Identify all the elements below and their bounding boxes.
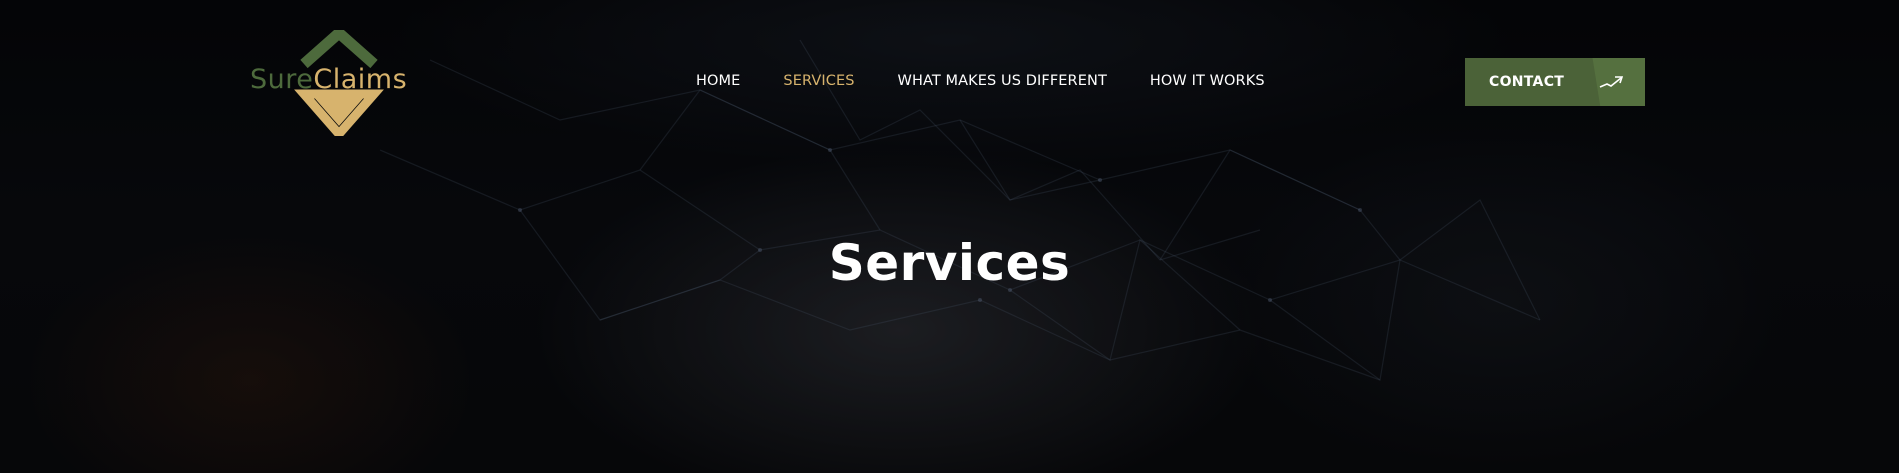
contact-button-label: CONTACT [1489, 74, 1565, 90]
logo-claims-text: Claims [313, 64, 408, 95]
nav-item-how-it-works[interactable]: HOW IT WORKS [1150, 73, 1265, 89]
hero-banner: SureClaims HOME SERVICES WHAT MAKES US D… [0, 0, 1899, 473]
nav-item-home[interactable]: HOME [696, 73, 740, 89]
contact-button[interactable]: CONTACT [1465, 58, 1645, 106]
main-navigation: HOME SERVICES WHAT MAKES US DIFFERENT HO… [696, 73, 1265, 89]
logo-wordmark: SureClaims [250, 66, 407, 93]
sureclaims-logo[interactable]: SureClaims [248, 30, 428, 136]
nav-item-what-makes-us-different[interactable]: WHAT MAKES US DIFFERENT [898, 73, 1107, 89]
arrow-trend-icon [1599, 76, 1624, 88]
page-title: Services [828, 233, 1071, 292]
nav-item-services[interactable]: SERVICES [783, 73, 854, 89]
logo-sure-text: Sure [250, 64, 314, 95]
